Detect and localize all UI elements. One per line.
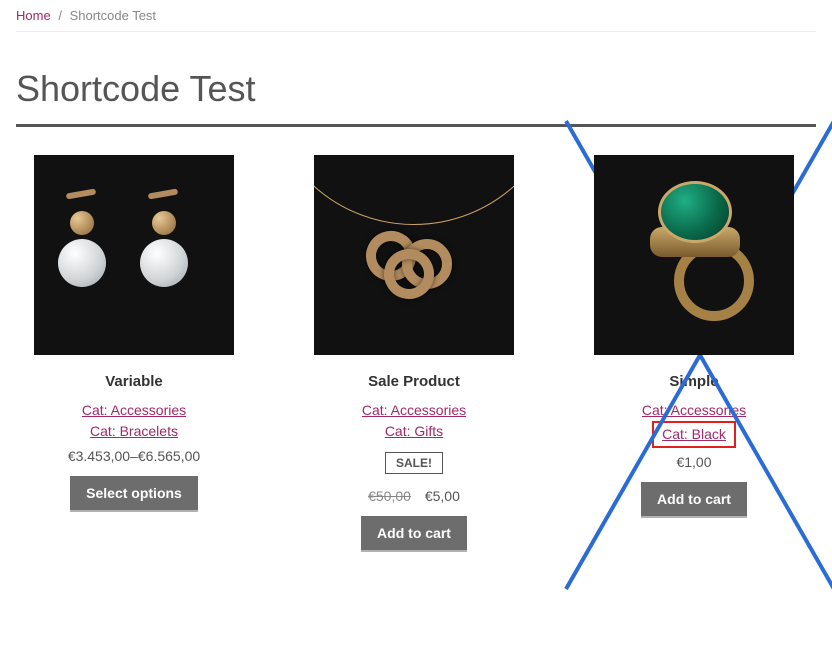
select-options-button[interactable]: Select options <box>70 476 198 510</box>
title-divider <box>16 124 816 127</box>
category-link[interactable]: Cat: Gifts <box>296 421 532 442</box>
category-link[interactable]: Cat: Black <box>662 426 726 442</box>
product-image-link[interactable] <box>576 155 812 355</box>
product-card: Simple Cat: Accessories Cat: Black €1,00… <box>576 155 812 550</box>
product-image-link[interactable] <box>16 155 252 355</box>
add-to-cart-button[interactable]: Add to cart <box>641 482 747 516</box>
page-title: Shortcode Test <box>16 68 816 110</box>
sale-badge: SALE! <box>385 452 443 474</box>
breadcrumb-current: Shortcode Test <box>70 8 156 23</box>
category-link[interactable]: Cat: Accessories <box>16 400 252 421</box>
breadcrumb: Home / Shortcode Test <box>16 0 816 32</box>
product-title: Simple <box>576 373 812 390</box>
product-categories: Cat: Accessories Cat: Black <box>576 400 812 448</box>
product-price: €50,00 €5,00 <box>296 488 532 504</box>
old-price: €50,00 <box>368 488 411 504</box>
product-price: €1,00 <box>576 454 812 470</box>
product-price: €3.453,00–€6.565,00 <box>16 448 252 464</box>
product-image <box>34 155 234 355</box>
product-categories: Cat: Accessories Cat: Bracelets <box>16 400 252 442</box>
product-image-link[interactable] <box>296 155 532 355</box>
category-highlight: Cat: Black <box>652 421 736 448</box>
add-to-cart-button[interactable]: Add to cart <box>361 516 467 550</box>
product-image <box>594 155 794 355</box>
product-categories: Cat: Accessories Cat: Gifts <box>296 400 532 442</box>
product-grid: Variable Cat: Accessories Cat: Bracelets… <box>16 155 816 550</box>
breadcrumb-home-link[interactable]: Home <box>16 8 51 23</box>
product-image <box>314 155 514 355</box>
product-card: Variable Cat: Accessories Cat: Bracelets… <box>16 155 252 550</box>
category-link[interactable]: Cat: Accessories <box>576 400 812 421</box>
product-title: Sale Product <box>296 373 532 390</box>
product-card: Sale Product Cat: Accessories Cat: Gifts… <box>296 155 532 550</box>
category-link[interactable]: Cat: Accessories <box>296 400 532 421</box>
product-title: Variable <box>16 373 252 390</box>
current-price: €5,00 <box>425 488 460 504</box>
category-link[interactable]: Cat: Bracelets <box>16 421 252 442</box>
breadcrumb-separator: / <box>58 8 62 23</box>
